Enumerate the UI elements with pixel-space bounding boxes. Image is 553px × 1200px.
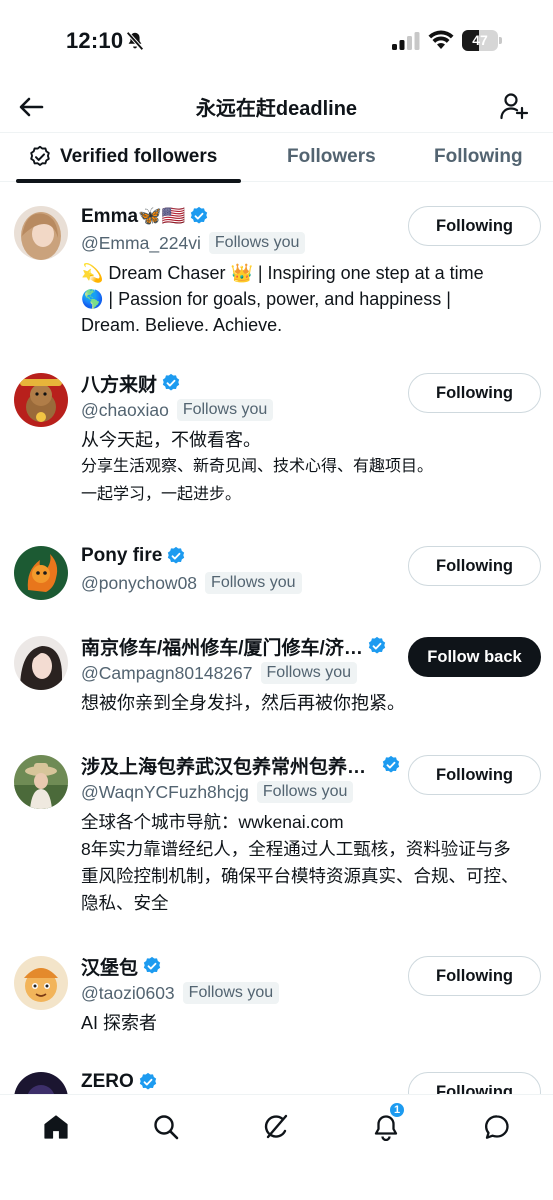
tab-verified-followers[interactable]: Verified followers <box>28 133 217 181</box>
display-name: 南京修车/福州修车/厦门修车/济… <box>81 637 363 659</box>
avatar[interactable] <box>14 546 68 600</box>
display-name: 汉堡包 <box>81 957 139 979</box>
bio-line: 分享生活观察、新奇见闻、技术心得、有趣项目。 <box>81 458 434 475</box>
bio-line: AI 探索者 <box>81 1013 158 1033</box>
verified-badge-icon <box>368 636 386 654</box>
follows-you-badge: Follows you <box>256 781 354 803</box>
avatar[interactable] <box>14 373 68 427</box>
verified-badge-icon <box>382 755 400 773</box>
verified-outline-icon <box>30 145 50 166</box>
display-name: Pony fire <box>81 545 163 566</box>
display-name: 涉及上海包养武汉包养常州包养广… <box>81 756 377 778</box>
follows-you-badge: Follows you <box>260 662 357 684</box>
user-bio: 想被你亲到全身发抖，然后再被你抱紧。 <box>81 690 405 716</box>
bio-line: 重风险控制机制，确保平台模特资源真实、合规、可控、 <box>81 866 519 886</box>
follower-tabs: Verified followers Followers Following <box>0 132 553 183</box>
nav-grok[interactable] <box>256 1109 296 1145</box>
search-icon <box>154 1115 179 1140</box>
follows-you-badge: Follows you <box>182 982 280 1004</box>
nav-messages[interactable] <box>477 1109 517 1145</box>
avatar[interactable] <box>14 755 68 809</box>
follows-you-badge: Follows you <box>205 572 302 594</box>
status-time: 12:10 <box>66 28 124 53</box>
bottom-navigation: 1 <box>0 1094 553 1200</box>
nav-search[interactable] <box>146 1109 186 1145</box>
follow-back-button[interactable]: Follow back <box>408 637 541 677</box>
user-bio: 全球各个城市导航：wwkenai.com 8年实力靠谱经纪人，全程通过人工甄核，… <box>81 809 541 917</box>
display-name: 八方来财 <box>81 374 158 396</box>
avatar[interactable] <box>14 206 68 260</box>
battery-percent: 47 <box>472 32 488 48</box>
following-button[interactable]: Following <box>408 546 541 586</box>
bio-line: 8年实力靠谱经纪人，全程通过人工甄核，资料验证与多 <box>81 839 511 859</box>
home-icon <box>44 1115 68 1139</box>
display-name: Emma🦋🇺🇸 <box>81 206 186 227</box>
user-handle: @WaqnYCFuzh8hcjg <box>81 781 249 802</box>
avatar[interactable] <box>14 1072 68 1094</box>
tab-followers-label: Followers <box>287 146 376 167</box>
user-handle: @chaoxiao <box>81 399 169 420</box>
following-button[interactable]: Following <box>408 956 541 996</box>
following-button[interactable]: Following <box>408 206 541 246</box>
status-bar: 12:10 47 <box>0 0 553 82</box>
user-bio: 💫 Dream Chaser 👑 | Inspiring one step at… <box>81 260 541 338</box>
verified-badge-icon <box>143 956 161 974</box>
add-user-icon <box>500 93 529 120</box>
page-title: 永远在赶deadline <box>195 98 358 120</box>
follows-you-badge: Follows you <box>176 399 274 421</box>
display-name: ZERO <box>81 1071 134 1092</box>
tab-verified-label: Verified followers <box>60 146 218 167</box>
tab-followers[interactable]: Followers <box>287 133 376 181</box>
tab-following-label: Following <box>434 146 523 167</box>
avatar[interactable] <box>14 956 68 1010</box>
follows-you-badge: Follows you <box>208 232 306 254</box>
bio-line: Dream. Believe. Achieve. <box>81 315 283 335</box>
avatar[interactable] <box>14 636 68 690</box>
bio-line: 🌎 | Passion for goals, power, and happin… <box>81 289 451 309</box>
following-button[interactable]: Following <box>408 373 541 413</box>
nav-home[interactable] <box>36 1109 76 1145</box>
user-handle: @taozi0603 <box>81 982 175 1003</box>
bio-line: 全球各个城市导航：wwkenai.com <box>81 812 344 832</box>
following-button[interactable]: Following <box>408 1072 541 1094</box>
bio-line: 💫 Dream Chaser 👑 | Inspiring one step at… <box>81 263 484 283</box>
verified-badge-icon <box>162 373 180 391</box>
chat-bubble-icon <box>485 1115 509 1139</box>
verified-badge-icon <box>139 1072 156 1090</box>
bell-off-icon <box>126 31 144 51</box>
tab-following[interactable]: Following <box>434 133 523 181</box>
top-header: 永远在赶deadline <box>0 82 553 132</box>
notification-count-badge: 1 <box>388 1101 406 1119</box>
cellular-signal-icon <box>392 32 420 50</box>
bio-line: 一起学习，一起进步。 <box>81 486 242 503</box>
wifi-icon <box>428 30 454 49</box>
following-button[interactable]: Following <box>408 755 541 795</box>
user-handle: @Campagn80148267 <box>81 662 253 683</box>
verified-badge-icon <box>191 206 208 224</box>
user-list: Emma🦋🇺🇸 @Emma_224vi Follows you 💫 Dream … <box>0 182 553 1094</box>
verified-badge-icon <box>168 546 185 564</box>
bio-line: 隐私、安全 <box>81 893 169 913</box>
user-handle: @Emma_224vi <box>81 232 201 253</box>
user-handle: @ponychow08 <box>81 572 198 593</box>
user-bio: 从今天起，不做看客。 分享生活观察、新奇见闻、技术心得、有趣项目。 一起学习，一… <box>81 427 541 509</box>
add-user-button[interactable] <box>496 88 532 124</box>
bio-line: 想被你亲到全身发抖，然后再被你抱紧。 <box>81 693 405 713</box>
user-bio: AI 探索者 <box>81 1010 541 1036</box>
grok-icon <box>264 1114 288 1139</box>
battery-indicator: 47 <box>462 30 502 51</box>
nav-notifications[interactable]: 1 <box>366 1101 406 1145</box>
bio-line: 从今天起，不做看客。 <box>81 430 261 450</box>
